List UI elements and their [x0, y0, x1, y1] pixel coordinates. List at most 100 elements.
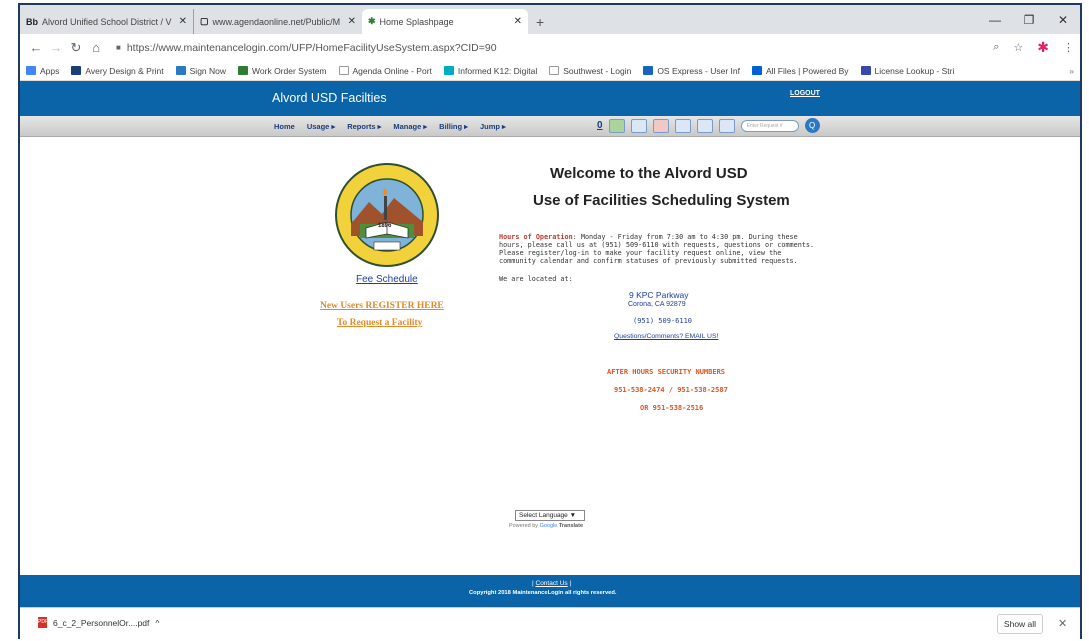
bookmark-box[interactable]: All Files | Powered By	[751, 66, 849, 76]
forward-icon[interactable]: →	[46, 40, 66, 55]
mail-icon[interactable]	[696, 118, 713, 133]
logo-year: 1896	[378, 223, 392, 229]
site-header: Alvord USD Facilties LOGOUT	[20, 81, 1080, 116]
bookmark-informedk12[interactable]: Informed K12: Digital	[443, 66, 537, 76]
calendar-icon[interactable]	[630, 118, 647, 133]
contact-us: | Contact Us |	[532, 580, 572, 587]
apps-icon	[26, 66, 36, 75]
register-link[interactable]: New Users REGISTER HERE	[320, 301, 444, 311]
menu-manage[interactable]: Manage ▸	[393, 122, 427, 131]
address-line-2: Corona, CA 92879	[628, 301, 686, 308]
tab-title: Alvord Unified School District / V	[42, 16, 172, 27]
request-number-input[interactable]: Enter Request #	[740, 119, 799, 132]
logout-link[interactable]: LOGOUT	[790, 90, 820, 97]
new-tab-button[interactable]: +	[528, 9, 552, 34]
page-icon	[338, 66, 349, 75]
language-select[interactable]: Select Language ▼	[515, 510, 585, 521]
bookmark-southwest[interactable]: Southwest - Login	[549, 66, 631, 76]
tab-blackboard[interactable]: Bb Alvord Unified School District / V ✕	[20, 9, 194, 34]
phone-number: (951) 509-6110	[633, 317, 693, 325]
close-tab-icon[interactable]: ✕	[508, 16, 522, 27]
address-bar: ← → ↻ ⌂ ■ https://www.maintenancelogin.c…	[20, 34, 1080, 61]
search-icon[interactable]	[674, 118, 691, 133]
bookmark-icon	[71, 66, 82, 75]
menu-usage[interactable]: Usage ▸	[307, 122, 335, 131]
email-us-link[interactable]: Questions/Comments? EMAIL US!	[614, 333, 718, 340]
security-numbers-alt: OR 951-538-2516	[640, 404, 704, 412]
menu-icon[interactable]: ⋮	[1063, 41, 1074, 54]
bookmark-icon	[175, 66, 186, 75]
tab-title: Home Splashpage	[379, 16, 454, 27]
bookmark-icon	[443, 66, 454, 75]
bookmarks-bar: Apps Avery Design & Print Sign Now Work …	[20, 61, 1080, 81]
menu-home[interactable]: Home	[274, 122, 295, 131]
tab-agendaonline[interactable]: ▢ www.agendaonline.net/Public/M ✕	[194, 9, 362, 34]
zoom-icon[interactable]: ⌕	[993, 41, 999, 54]
hours-of-operation: Hours of Operation: Monday - Friday from…	[499, 233, 819, 265]
reload-icon[interactable]: ↻	[66, 40, 86, 56]
lock-icon[interactable]	[608, 118, 625, 133]
close-window-icon[interactable]: ✕	[1046, 13, 1080, 27]
bookmark-workorder[interactable]: Work Order System	[238, 66, 327, 76]
palm-tree-icon: ✱	[368, 16, 376, 26]
lock-icon: ■	[116, 43, 121, 52]
tab-home-splashpage[interactable]: ✱ Home Splashpage ✕	[362, 9, 528, 34]
notification-count[interactable]: 0	[597, 120, 603, 131]
main-content: 1896 Fee Schedule New Users REGISTER HER…	[20, 137, 1080, 575]
check-icon[interactable]	[718, 118, 735, 133]
security-title: AFTER HOURS SECURITY NUMBERS	[607, 368, 726, 376]
bookmark-icon	[643, 66, 654, 75]
bookmark-signnow[interactable]: Sign Now	[175, 66, 226, 76]
bookmark-avery[interactable]: Avery Design & Print	[71, 66, 164, 76]
search-go-button[interactable]: Q	[804, 118, 820, 133]
close-icon[interactable]: ✕	[1058, 617, 1067, 630]
request-facility-link[interactable]: To Request a Facility	[337, 318, 422, 328]
extension-icon[interactable]: ✱	[1037, 39, 1049, 56]
maximize-icon[interactable]: ❐	[1012, 13, 1046, 27]
copyright: Copyright 2018 MaintenanceLogin all righ…	[469, 590, 617, 596]
star-icon[interactable]: ☆	[1013, 41, 1023, 54]
fee-schedule-link[interactable]: Fee Schedule	[356, 274, 418, 285]
alert-icon[interactable]	[652, 118, 669, 133]
page-icon: ▢	[200, 16, 209, 26]
site-footer: | Contact Us | Copyright 2018 Maintenanc…	[20, 575, 1080, 607]
bookmark-apps[interactable]: Apps	[26, 66, 59, 76]
download-filename: 6_c_2_PersonnelOr....pdf	[53, 617, 150, 628]
page-icon	[549, 66, 560, 75]
address-line-1: 9 KPC Parkway	[629, 290, 689, 300]
url-field[interactable]: ■ https://www.maintenancelogin.com/UFP/H…	[116, 42, 497, 54]
tab-strip: Bb Alvord Unified School District / V ✕ …	[20, 5, 1080, 34]
menu-jump[interactable]: Jump ▸	[480, 122, 506, 131]
url-text: https://www.maintenancelogin.com/UFP/Hom…	[126, 41, 497, 54]
pdf-icon: PDF	[38, 617, 48, 628]
site-title: Alvord USD Facilties	[272, 91, 387, 105]
window-controls: — ❐ ✕	[978, 5, 1080, 34]
bookmark-osexpress[interactable]: OS Express - User Inf	[643, 66, 740, 76]
bookmark-icon	[238, 66, 249, 75]
page-subtitle: Use of Facilities Scheduling System	[533, 192, 790, 209]
address-bar-actions: ⌕ ☆ ✱ ⋮	[993, 39, 1074, 56]
back-icon[interactable]: ←	[26, 40, 46, 55]
close-tab-icon[interactable]: ✕	[173, 16, 187, 27]
close-tab-icon[interactable]: ✕	[342, 16, 356, 27]
show-all-button[interactable]: Show all	[997, 614, 1043, 634]
box-icon	[751, 66, 762, 75]
download-item[interactable]: PDF 6_c_2_PersonnelOr....pdf ^	[38, 617, 159, 628]
blackboard-icon: Bb	[26, 16, 38, 27]
minimize-icon[interactable]: —	[978, 13, 1012, 27]
chevron-up-icon[interactable]: ^	[155, 618, 159, 628]
menu-reports[interactable]: Reports ▸	[347, 122, 381, 131]
tab-title: www.agendaonline.net/Public/M	[212, 16, 341, 27]
located-label: We are located at:	[499, 275, 573, 283]
browser-window: Bb Alvord Unified School District / V ✕ …	[18, 3, 1082, 639]
bookmark-agenda[interactable]: Agenda Online - Port	[338, 66, 432, 76]
menu-billing[interactable]: Billing ▸	[439, 122, 468, 131]
main-menu: Home Usage ▸ Reports ▸ Manage ▸ Billing …	[274, 122, 506, 131]
menu-bar: Home Usage ▸ Reports ▸ Manage ▸ Billing …	[20, 116, 1080, 137]
bookmark-license[interactable]: License Lookup - Stri	[860, 66, 954, 76]
bookmarks-more[interactable]: »	[1069, 66, 1074, 76]
powered-by-translate: Powered by Google Translate	[509, 523, 584, 529]
district-seal-logo	[335, 163, 439, 267]
home-icon[interactable]: ⌂	[86, 40, 106, 55]
contact-us-link[interactable]: Contact Us	[536, 580, 568, 587]
